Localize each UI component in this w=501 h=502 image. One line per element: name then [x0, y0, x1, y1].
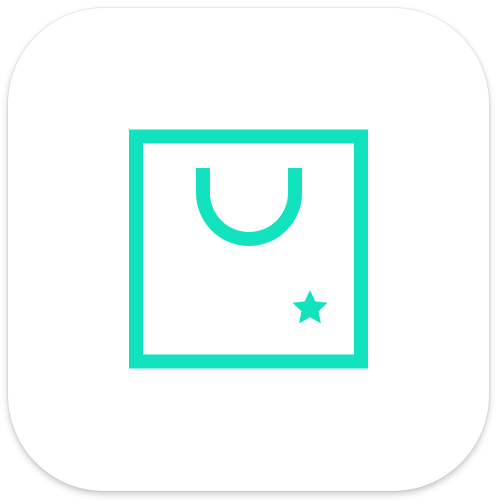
- app-icon-canvas: [0, 0, 501, 502]
- bag-handle: [196, 168, 302, 246]
- shopping-bag-star-icon: [129, 129, 368, 369]
- bag-outline: [129, 129, 368, 369]
- app-icon-tile[interactable]: [8, 8, 489, 491]
- star-icon: [292, 290, 328, 324]
